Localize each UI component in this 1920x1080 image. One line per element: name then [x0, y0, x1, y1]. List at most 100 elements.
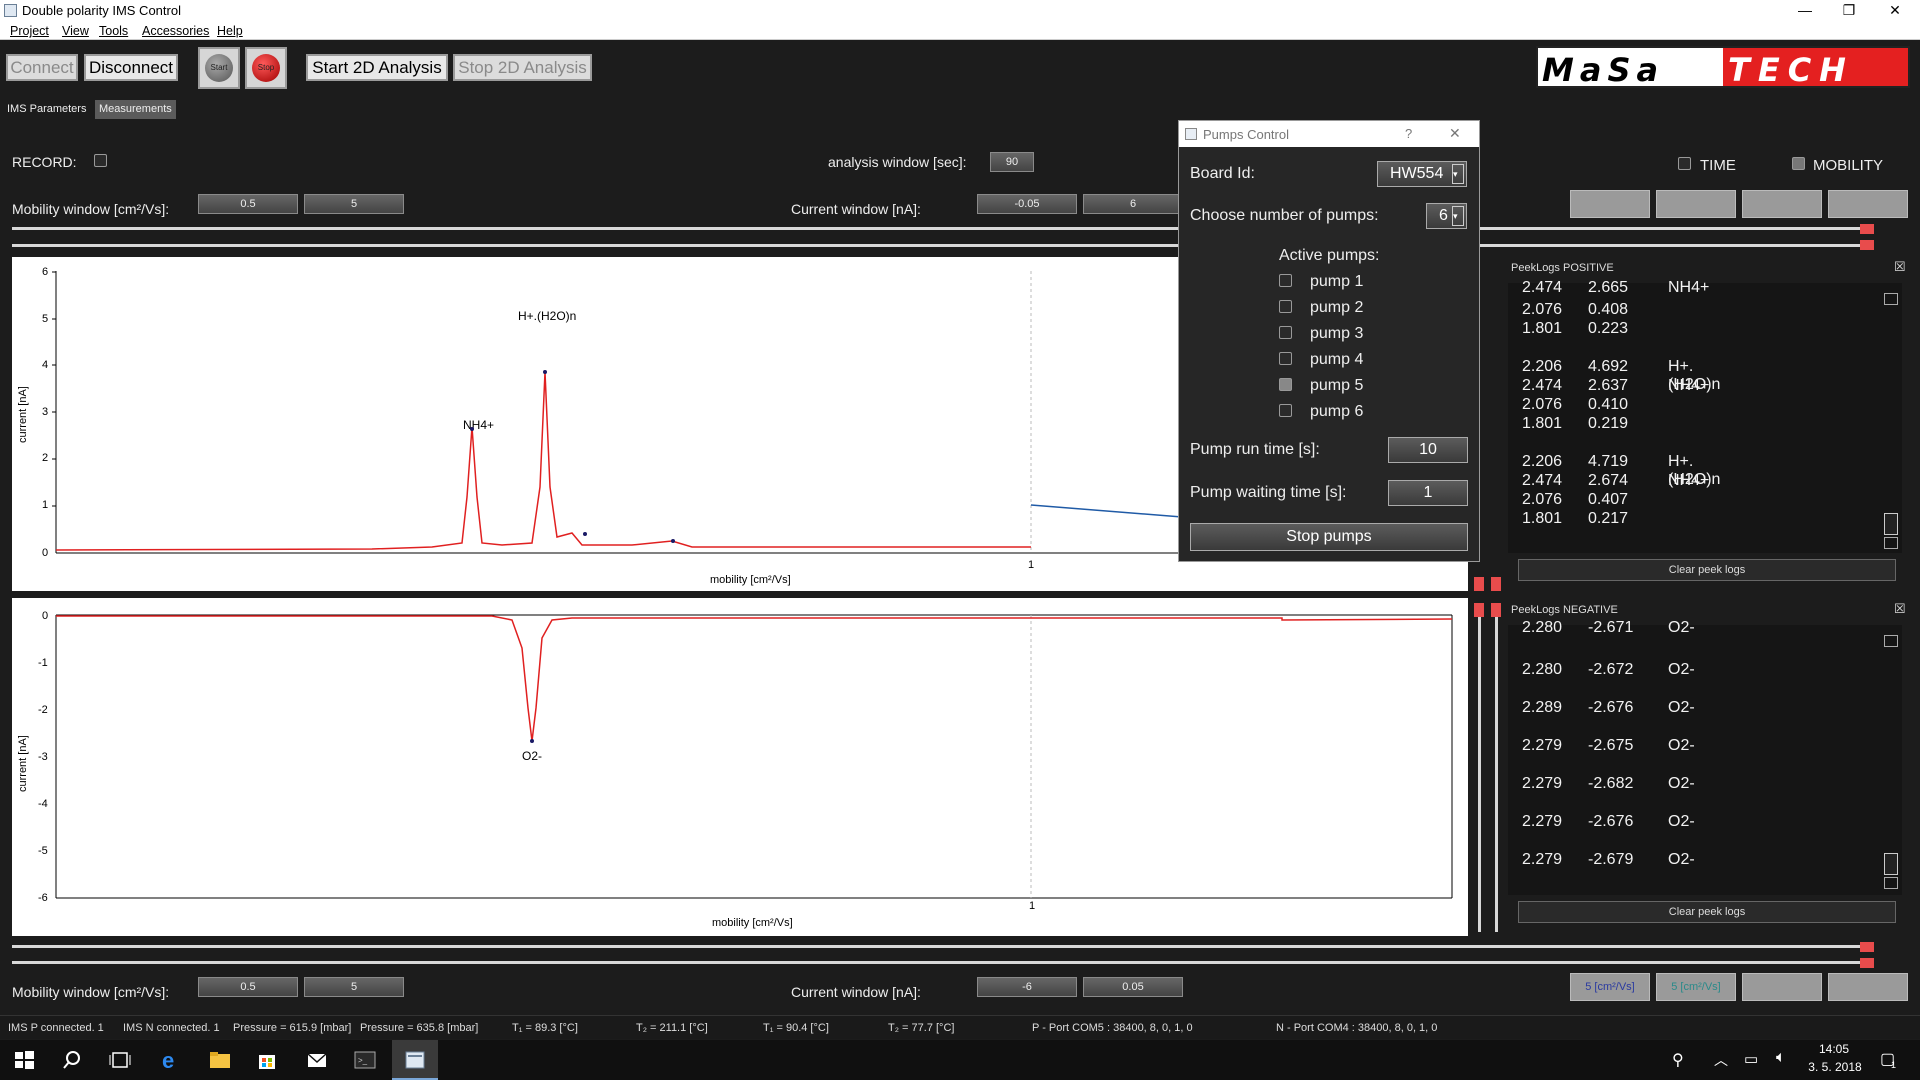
board-id-select[interactable]: HW554 ▾: [1377, 161, 1467, 187]
close-icon[interactable]: ☒: [1894, 259, 1906, 275]
tab-ims-parameters[interactable]: IMS Parameters: [3, 100, 90, 119]
slider-handle[interactable]: [1860, 958, 1874, 968]
minimize-button[interactable]: —: [1782, 0, 1828, 22]
maximize-button[interactable]: ❐: [1826, 0, 1872, 22]
gray-button-6[interactable]: [1828, 973, 1908, 1001]
help-icon[interactable]: ?: [1405, 126, 1412, 141]
people-icon[interactable]: ⚲: [1672, 1050, 1684, 1070]
close-icon[interactable]: ☒: [1894, 601, 1906, 617]
mobility-checkbox[interactable]: [1792, 157, 1805, 170]
pump-2-label: pump 2: [1310, 299, 1364, 316]
logo-right-text: TECH: [1728, 51, 1854, 88]
mobility-min-bottom-input[interactable]: 0.5: [198, 977, 298, 997]
start-round-button[interactable]: Start: [198, 47, 240, 89]
y-tick: 0: [42, 610, 48, 622]
gray-button-4[interactable]: [1828, 190, 1908, 218]
slider-handle[interactable]: [1860, 942, 1874, 952]
scroll-down-icon[interactable]: [1884, 537, 1898, 549]
active-app-taskbar-button[interactable]: [392, 1040, 438, 1080]
pump-2-checkbox[interactable]: [1279, 300, 1292, 313]
menu-tools[interactable]: Tools: [99, 24, 128, 38]
gray-button-2[interactable]: [1656, 190, 1736, 218]
gray-button-3[interactable]: [1742, 190, 1822, 218]
unit-button-2[interactable]: 5 [cm²/Vs]: [1656, 973, 1736, 1001]
peeklogs-negative-list[interactable]: 2.280 -2.671 O2- 2.280 -2.672 O2- 2.289 -2.67…: [1508, 619, 1902, 895]
status-bar: IMS P connected. 1 IMS N connected. 1 Pr…: [0, 1015, 1920, 1039]
scroll-up-icon[interactable]: [1884, 635, 1898, 647]
mail-icon[interactable]: [305, 1048, 329, 1072]
slider-handle[interactable]: [1860, 240, 1874, 250]
vertical-slider-2[interactable]: [1495, 610, 1498, 932]
connect-button[interactable]: Connect: [6, 54, 78, 81]
slider-handle[interactable]: [1491, 603, 1501, 617]
pump-3-checkbox[interactable]: [1279, 326, 1292, 339]
file-explorer-icon[interactable]: [208, 1048, 232, 1072]
num-pumps-select[interactable]: 6 ▾: [1426, 203, 1467, 229]
peeklogs-positive-list[interactable]: 2.474 2.665 NH4+ 2.076 0.408 1.801 0.223 2.2…: [1508, 279, 1902, 553]
mobility-min-top-input[interactable]: 0.5: [198, 194, 298, 214]
gray-button-5[interactable]: [1742, 973, 1822, 1001]
scroll-up-icon[interactable]: [1884, 293, 1898, 305]
vertical-slider-1[interactable]: [1478, 610, 1481, 932]
windows-start-icon[interactable]: [12, 1048, 36, 1072]
unit-button-1[interactable]: 5 [cm²/Vs]: [1570, 973, 1650, 1001]
disconnect-button[interactable]: Disconnect: [84, 54, 178, 81]
current-max-bottom-input[interactable]: 0.05: [1083, 977, 1183, 997]
slider-handle[interactable]: [1474, 577, 1484, 591]
volume-icon[interactable]: 🔈︎: [1776, 1049, 1786, 1067]
mobility-max-top-input[interactable]: 5: [304, 194, 404, 214]
slider-handle[interactable]: [1860, 224, 1874, 234]
task-view-icon[interactable]: [108, 1048, 132, 1072]
gray-button-1[interactable]: [1570, 190, 1650, 218]
run-time-input[interactable]: 10: [1388, 437, 1468, 463]
current-range-slider-bottom[interactable]: [12, 961, 1862, 964]
clock-date[interactable]: 3. 5. 2018: [1805, 1060, 1865, 1074]
y-tick: -6: [38, 892, 48, 904]
tab-measurements[interactable]: Measurements: [95, 100, 176, 119]
scroll-thumb[interactable]: [1884, 853, 1898, 875]
slider-handle[interactable]: [1491, 577, 1501, 591]
current-min-bottom-input[interactable]: -6: [977, 977, 1077, 997]
start-2d-analysis-button[interactable]: Start 2D Analysis: [306, 54, 448, 81]
record-checkbox[interactable]: [94, 154, 107, 167]
clear-peek-logs-positive-button[interactable]: Clear peek logs: [1518, 559, 1896, 581]
edge-browser-icon[interactable]: e: [158, 1048, 182, 1072]
menu-accessories[interactable]: Accessories: [142, 24, 209, 38]
negative-spectrum-plot[interactable]: 0 -1 -2 -3 -4 -5 -6 1 mobility [cm²/Vs] …: [12, 598, 1468, 936]
close-window-button[interactable]: ✕: [1872, 0, 1918, 22]
network-icon[interactable]: ▭: [1744, 1050, 1758, 1068]
pump-5-checkbox[interactable]: [1279, 378, 1292, 391]
store-icon[interactable]: [255, 1048, 279, 1072]
wait-time-input[interactable]: 1: [1388, 480, 1468, 506]
pump-1-label: pump 1: [1310, 273, 1364, 290]
terminal-icon[interactable]: >_: [353, 1048, 377, 1072]
scroll-thumb[interactable]: [1884, 513, 1898, 535]
current-min-top-input[interactable]: -0.05: [977, 194, 1077, 214]
scroll-down-icon[interactable]: [1884, 877, 1898, 889]
chevron-up-icon[interactable]: ︿: [1714, 1050, 1728, 1070]
current-max-top-input[interactable]: 6: [1083, 194, 1183, 214]
stop-round-button[interactable]: Stop: [245, 47, 287, 89]
slider-handle[interactable]: [1474, 603, 1484, 617]
menu-project[interactable]: Project: [10, 24, 49, 38]
y-tick: -4: [38, 798, 48, 810]
pump-1-checkbox[interactable]: [1279, 274, 1292, 287]
dialog-close-icon[interactable]: ✕: [1449, 125, 1461, 142]
analysis-window-input[interactable]: 90: [990, 152, 1034, 172]
n-port-status: N - Port COM4 : 38400, 8, 0, 1, 0: [1276, 1022, 1438, 1034]
current-range-slider-top[interactable]: [12, 244, 1862, 247]
menu-help[interactable]: Help: [217, 24, 243, 38]
pump-6-checkbox[interactable]: [1279, 404, 1292, 417]
mobility-range-slider-bottom[interactable]: [12, 945, 1862, 948]
mobility-range-slider-top[interactable]: [12, 227, 1862, 230]
stop-2d-analysis-button[interactable]: Stop 2D Analysis: [453, 54, 592, 81]
pump-4-checkbox[interactable]: [1279, 352, 1292, 365]
clock-time[interactable]: 14:05: [1811, 1042, 1857, 1056]
menu-view[interactable]: View: [62, 24, 89, 38]
search-icon[interactable]: [60, 1048, 84, 1072]
clear-peek-logs-negative-button[interactable]: Clear peek logs: [1518, 901, 1896, 923]
mobility-max-bottom-input[interactable]: 5: [304, 977, 404, 997]
pumps-control-dialog: Pumps Control ? ✕ Board Id: HW554 ▾ Choo…: [1178, 120, 1480, 562]
stop-pumps-button[interactable]: Stop pumps: [1190, 523, 1468, 551]
time-checkbox[interactable]: [1678, 157, 1691, 170]
